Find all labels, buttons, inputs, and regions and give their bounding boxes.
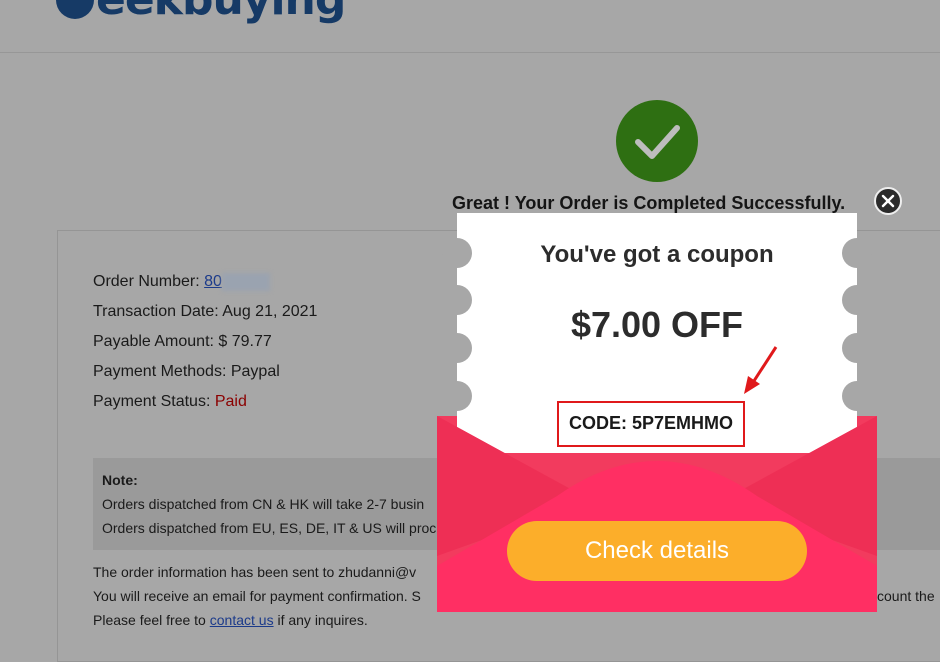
coupon-notch-left-4 [442, 381, 472, 411]
footer-line-3: Please feel free to contact us if any in… [93, 612, 368, 628]
order-number-redacted [221, 273, 270, 291]
contact-us-link[interactable]: contact us [210, 612, 274, 628]
success-title: Great ! Your Order is Completed Successf… [452, 193, 846, 213]
payment-status-row: Payment Status: Paid [93, 393, 247, 411]
checkmark-icon [635, 125, 680, 159]
coupon-title: You've got a coupon [540, 241, 774, 268]
order-number-row: Order Number: 80 [93, 273, 270, 291]
payable-amount: Payable Amount: $ 79.77 [93, 333, 272, 350]
order-number-label: Order Number: [93, 273, 205, 291]
success-check-icon [616, 100, 698, 182]
footer-right-fragment: ccount the [870, 588, 935, 604]
note-line-2: Orders dispatched from EU, ES, DE, IT & … [102, 520, 437, 536]
logo-text: eekbuying [96, 0, 346, 25]
note-line-1: Orders dispatched from CN & HK will take… [102, 496, 425, 512]
close-icon [881, 194, 895, 208]
coupon-amount: $7.00 OFF [570, 304, 744, 345]
site-logo[interactable]: eekbuying [56, 0, 346, 25]
footer-line-3-suffix: if any inquires. [273, 612, 368, 628]
transaction-date: Transaction Date: Aug 21, 2021 [93, 303, 318, 320]
logo-g-mark [56, 0, 94, 19]
footer-line-2: You will receive an email for payment co… [93, 588, 421, 604]
close-popup-button[interactable] [874, 187, 902, 215]
payment-status-value: Paid [214, 393, 247, 410]
payment-methods: Payment Methods: Paypal [93, 363, 280, 380]
order-number-link[interactable]: 80 [204, 273, 222, 290]
footer-line-1: The order information has been sent to z… [93, 564, 417, 580]
coupon-notch-right-4 [842, 381, 872, 411]
envelope-front [437, 416, 877, 612]
footer-line-3-prefix: Please feel free to [93, 612, 210, 628]
payment-status-label: Payment Status: [93, 393, 215, 410]
note-title: Note: [102, 472, 138, 488]
check-details-button[interactable]: Check details [507, 521, 807, 581]
check-details-label: Check details [584, 537, 730, 564]
red-arrow-annotation [744, 346, 778, 394]
site-header: eekbuying [0, 0, 940, 53]
